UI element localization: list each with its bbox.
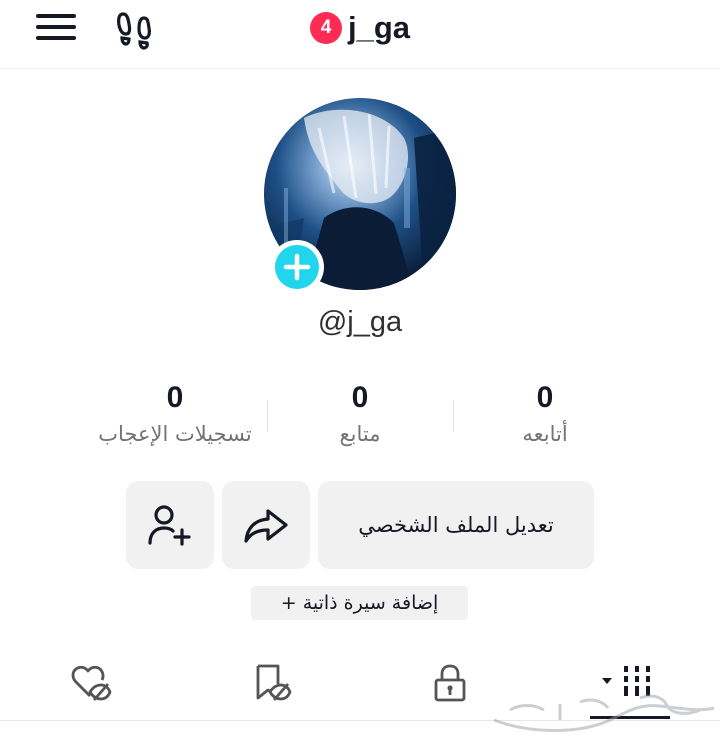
following-count: 0 xyxy=(536,381,554,414)
watermark-logo xyxy=(490,690,718,736)
edit-profile-button[interactable]: تعديل الملف الشخصي xyxy=(318,481,594,569)
followers-label: متابع xyxy=(339,422,381,446)
top-bar: 4 j_ga xyxy=(0,0,720,64)
add-friend-button[interactable] xyxy=(126,481,214,569)
page-title[interactable]: j_ga xyxy=(348,10,410,46)
stat-likes[interactable]: 0 تسجيلات الإعجاب xyxy=(75,376,275,446)
header-divider xyxy=(0,68,720,69)
add-avatar-button[interactable] xyxy=(270,240,324,294)
share-arrow-icon xyxy=(244,509,288,543)
header-title-area: 4 j_ga xyxy=(0,10,720,46)
bookmark-hidden-icon xyxy=(256,664,292,701)
tab-liked[interactable] xyxy=(60,660,120,704)
share-profile-button[interactable] xyxy=(222,481,310,569)
followers-count: 0 xyxy=(351,381,369,414)
notification-badge[interactable]: 4 xyxy=(309,12,342,44)
likes-count: 0 xyxy=(166,381,184,414)
heart-hidden-icon xyxy=(71,665,112,701)
following-label: أتابعه xyxy=(522,422,568,446)
username-handle: @j_ga xyxy=(317,306,403,338)
add-bio-button[interactable]: + إضافة سيرة ذاتية xyxy=(251,586,468,620)
plus-icon xyxy=(283,253,311,281)
lock-icon xyxy=(434,664,466,702)
add-user-icon xyxy=(148,505,191,546)
stat-followers[interactable]: 0 متابع xyxy=(260,376,460,446)
likes-label: تسجيلات الإعجاب xyxy=(98,422,252,446)
tab-favorites[interactable] xyxy=(240,660,300,704)
stat-following[interactable]: 0 أتابعه xyxy=(445,376,645,446)
tab-private[interactable] xyxy=(420,660,480,704)
